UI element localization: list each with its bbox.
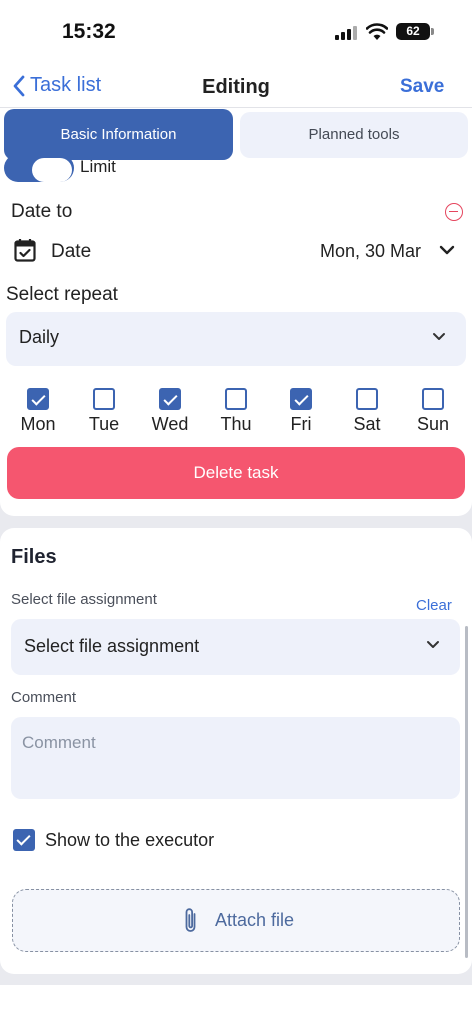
day-checkbox[interactable] (93, 388, 115, 410)
delete-task-button[interactable]: Delete task (7, 447, 465, 499)
remove-circle-icon[interactable] (445, 203, 463, 221)
day-fri[interactable]: Fri (271, 388, 331, 435)
day-label: Fri (290, 414, 312, 434)
repeat-value: Daily (19, 327, 60, 347)
date-label: Date (51, 241, 92, 262)
day-mon[interactable]: Mon (8, 388, 68, 435)
day-checkbox[interactable] (356, 388, 378, 410)
day-checkbox[interactable] (225, 388, 247, 410)
date-value[interactable]: Mon, 30 Mar (320, 241, 421, 262)
cellular-signal-icon (335, 26, 357, 40)
repeat-dropdown[interactable] (6, 312, 466, 366)
wifi-icon (366, 23, 388, 40)
tab-basic-information[interactable]: Basic Information (4, 109, 233, 160)
day-thu[interactable]: Thu (206, 388, 266, 435)
save-button[interactable]: Save (400, 76, 444, 98)
day-label: Sat (353, 414, 381, 434)
status-time: 15:32 (62, 20, 116, 43)
attach-file-label: Attach file (215, 910, 295, 930)
clear-button[interactable]: Clear (416, 597, 452, 614)
comment-input[interactable] (11, 717, 460, 799)
paperclip-icon (185, 908, 196, 932)
chevron-left-icon (13, 75, 25, 96)
limit-toggle-knob (32, 158, 72, 182)
battery-tip (431, 28, 434, 35)
day-wed[interactable]: Wed (140, 388, 200, 435)
chevron-down-icon (427, 641, 439, 648)
comment-label: Comment (11, 689, 77, 706)
files-title: Files (11, 546, 57, 568)
bottom-area (0, 985, 472, 1024)
day-label: Tue (88, 414, 120, 434)
show-to-executor-label: Show to the executor (45, 830, 215, 850)
day-sun[interactable]: Sun (403, 388, 463, 435)
file-assignment-value: Select file assignment (24, 636, 200, 656)
day-checkbox[interactable] (27, 388, 49, 410)
chevron-down-icon[interactable] (439, 245, 455, 257)
select-repeat-label: Select repeat (6, 284, 118, 305)
chevron-down-icon (433, 333, 445, 340)
back-button[interactable]: Task list (12, 74, 101, 97)
day-checkbox[interactable] (159, 388, 181, 410)
show-to-executor-checkbox[interactable] (13, 829, 35, 851)
tab-planned-tools[interactable]: Planned tools (240, 112, 468, 158)
back-label: Task list (30, 74, 102, 96)
day-tue[interactable]: Tue (74, 388, 134, 435)
day-label: Mon (20, 414, 56, 434)
file-assignment-label: Select file assignment (11, 591, 157, 608)
day-sat[interactable]: Sat (337, 388, 397, 435)
battery-icon: 62 (396, 23, 430, 40)
day-label: Thu (220, 414, 252, 434)
date-to-label: Date to (11, 201, 73, 222)
day-label: Sun (416, 414, 450, 434)
calendar-check-icon (14, 239, 36, 262)
day-label: Wed (151, 414, 189, 434)
scrollbar[interactable] (465, 626, 468, 958)
limit-label: Limit (80, 157, 116, 176)
day-checkbox[interactable] (422, 388, 444, 410)
day-checkbox[interactable] (290, 388, 312, 410)
